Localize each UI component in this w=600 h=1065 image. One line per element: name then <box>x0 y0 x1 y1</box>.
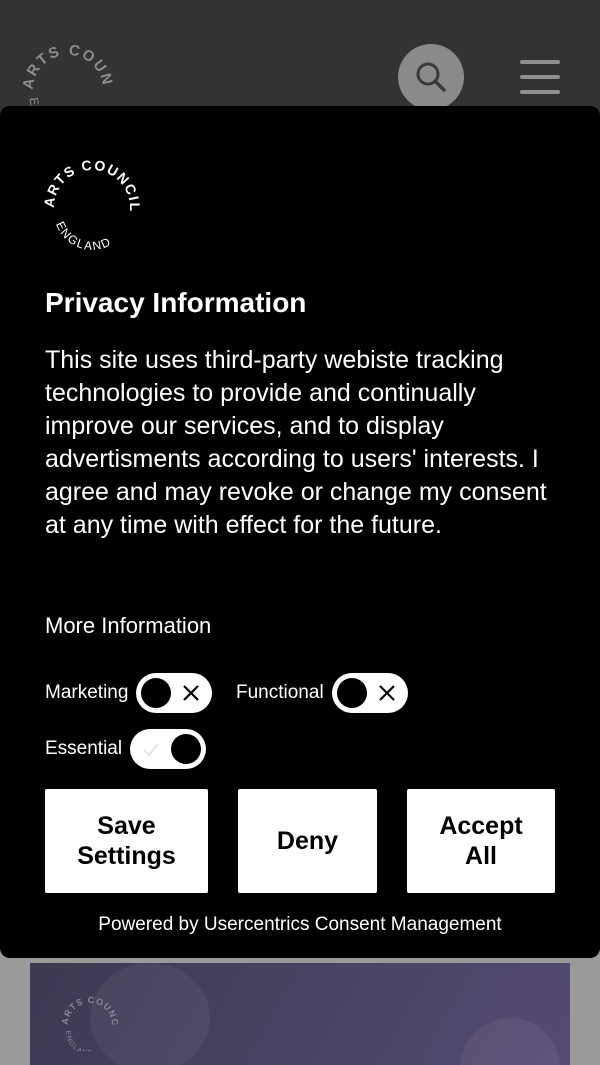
marketing-label: Marketing <box>45 682 129 703</box>
accept-all-label-line1: Accept <box>439 812 523 840</box>
save-settings-label-line1: Save <box>97 812 156 840</box>
hamburger-menu-button[interactable] <box>520 60 560 94</box>
marketing-toggle[interactable] <box>136 673 213 713</box>
essential-toggle[interactable] <box>130 729 207 769</box>
svg-text:ARTS COUNCIL: ARTS COUNCIL <box>52 981 120 1027</box>
close-icon <box>378 685 395 701</box>
functional-label: Functional <box>236 682 324 703</box>
powered-by-text: Powered by Usercentrics Consent Manageme… <box>98 914 502 935</box>
menu-line <box>520 75 560 79</box>
checkmark-icon <box>143 743 159 757</box>
accept-all-button[interactable]: Accept All <box>407 789 555 893</box>
arts-council-logo-small: ARTS COUNCIL ENGLAND <box>52 981 120 1051</box>
svg-text:ARTS COUNCIL: ARTS COUNCIL <box>8 20 116 91</box>
toggle-knob <box>141 678 172 708</box>
consent-description: This site uses third-party webiste track… <box>45 346 547 539</box>
search-icon <box>416 62 446 92</box>
marketing-toggle-row: Marketing <box>45 673 213 713</box>
toggle-knob <box>336 678 367 708</box>
accept-all-label-line2: All <box>465 842 497 870</box>
more-information-link[interactable]: More Information <box>45 612 211 640</box>
menu-line <box>520 60 560 64</box>
functional-toggle-row: Functional <box>236 673 408 713</box>
dialog-title: Privacy Information <box>45 287 307 318</box>
privacy-consent-dialog: ARTS COUNCIL ENGLAND Privacy Information… <box>0 106 600 958</box>
essential-toggle-row: Essential <box>45 729 207 769</box>
svg-text:ENGLAND: ENGLAND <box>53 219 114 252</box>
deny-button[interactable]: Deny <box>238 789 377 893</box>
save-settings-label-line2: Settings <box>77 842 176 870</box>
decorative-shape <box>460 1018 560 1065</box>
deny-label: Deny <box>276 827 339 855</box>
close-icon <box>183 685 200 701</box>
svg-text:ENGLAND: ENGLAND <box>64 1030 94 1051</box>
svg-text:ARTS COUNCIL: ARTS COUNCIL <box>41 157 142 213</box>
hero-banner: ARTS COUNCIL ENGLAND <box>30 963 570 1065</box>
functional-toggle[interactable] <box>331 673 408 713</box>
essential-label: Essential <box>45 738 123 759</box>
search-button[interactable] <box>398 44 464 110</box>
arts-council-logo: ARTS COUNCIL ENGLAND <box>41 157 142 252</box>
toggle-knob <box>171 734 202 764</box>
save-settings-button[interactable]: Save Settings <box>45 789 208 893</box>
menu-line <box>520 90 560 94</box>
